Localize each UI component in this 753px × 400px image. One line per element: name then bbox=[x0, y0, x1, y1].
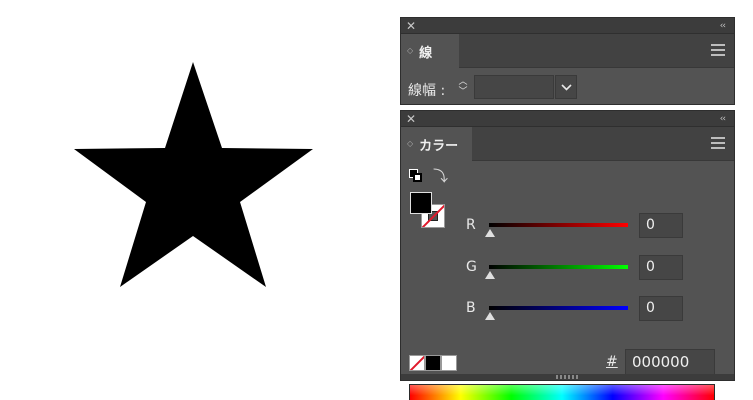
r-value-input[interactable]: 0 bbox=[639, 213, 683, 238]
tab-grip-icon: ◇ bbox=[407, 139, 414, 148]
tab-label: 線 bbox=[419, 45, 433, 61]
panel-menu-icon[interactable] bbox=[711, 137, 725, 149]
black-swatch[interactable] bbox=[425, 355, 441, 371]
stroke-panel: ✕ ‹‹ ◇ 線 線幅 : ︿ ﹀ bbox=[400, 17, 735, 105]
fill-swatch[interactable] bbox=[410, 192, 432, 214]
hex-input[interactable]: 000000 bbox=[625, 349, 715, 375]
stroke-width-dropdown[interactable] bbox=[555, 75, 577, 99]
white-swatch[interactable] bbox=[441, 355, 457, 371]
g-slider-track[interactable] bbox=[489, 265, 628, 269]
b-value-input[interactable]: 0 bbox=[639, 296, 683, 321]
panel-resize-handle[interactable] bbox=[401, 374, 734, 380]
panel-topbar: ✕ ‹‹ bbox=[401, 18, 734, 34]
stroke-width-input[interactable] bbox=[474, 75, 554, 99]
hex-label: # bbox=[606, 354, 618, 370]
close-icon[interactable]: ✕ bbox=[406, 112, 416, 126]
b-slider-track[interactable] bbox=[489, 306, 628, 310]
swap-fill-stroke-icon[interactable]: ⤵ bbox=[433, 165, 448, 186]
panel-tab-row: ◇ カラー bbox=[401, 127, 734, 161]
slider-row-g: G 0 bbox=[461, 254, 731, 282]
stroke-width-stepper[interactable]: ︿ ﹀ bbox=[453, 75, 473, 99]
color-panel: ✕ ‹‹ ◇ カラー ⤵ R 0 G 0 B 0 # 000000 bbox=[400, 110, 735, 400]
star-shape[interactable] bbox=[0, 0, 390, 400]
default-fill-stroke-icon[interactable] bbox=[409, 169, 423, 183]
r-slider-track[interactable] bbox=[489, 223, 628, 227]
g-slider-thumb[interactable] bbox=[485, 271, 495, 279]
slider-label: G bbox=[466, 259, 477, 275]
chevron-up-icon[interactable]: ︿ bbox=[458, 77, 467, 87]
collapse-icon[interactable]: ‹‹ bbox=[720, 112, 726, 126]
tab-label: カラー bbox=[419, 138, 459, 154]
stroke-body: 線幅 : ︿ ﹀ bbox=[401, 68, 734, 104]
tab-stroke[interactable]: ◇ 線 bbox=[401, 34, 459, 68]
tab-grip-icon: ◇ bbox=[407, 46, 414, 55]
g-value-input[interactable]: 0 bbox=[639, 255, 683, 280]
panel-topbar: ✕ ‹‹ bbox=[401, 111, 734, 127]
panel-menu-icon[interactable] bbox=[711, 44, 725, 56]
slider-label: B bbox=[466, 300, 476, 316]
chevron-down-icon[interactable]: ﹀ bbox=[458, 87, 467, 97]
slider-label: R bbox=[466, 217, 476, 233]
none-swatch[interactable] bbox=[409, 355, 425, 371]
collapse-icon[interactable]: ‹‹ bbox=[720, 19, 726, 33]
r-slider-thumb[interactable] bbox=[485, 229, 495, 237]
star-polygon[interactable] bbox=[74, 62, 313, 287]
stroke-width-label: 線幅 : bbox=[408, 83, 446, 99]
tab-color[interactable]: ◇ カラー bbox=[401, 127, 472, 161]
color-body: ⤵ R 0 G 0 B 0 # 000000 bbox=[401, 161, 734, 400]
slider-row-r: R 0 bbox=[461, 212, 731, 240]
close-icon[interactable]: ✕ bbox=[406, 19, 416, 33]
b-slider-thumb[interactable] bbox=[485, 312, 495, 320]
slider-row-b: B 0 bbox=[461, 295, 731, 323]
artboard[interactable] bbox=[0, 0, 390, 400]
panel-tab-row: ◇ 線 bbox=[401, 34, 734, 68]
chevron-down-icon bbox=[560, 83, 572, 91]
color-spectrum[interactable] bbox=[409, 384, 715, 400]
